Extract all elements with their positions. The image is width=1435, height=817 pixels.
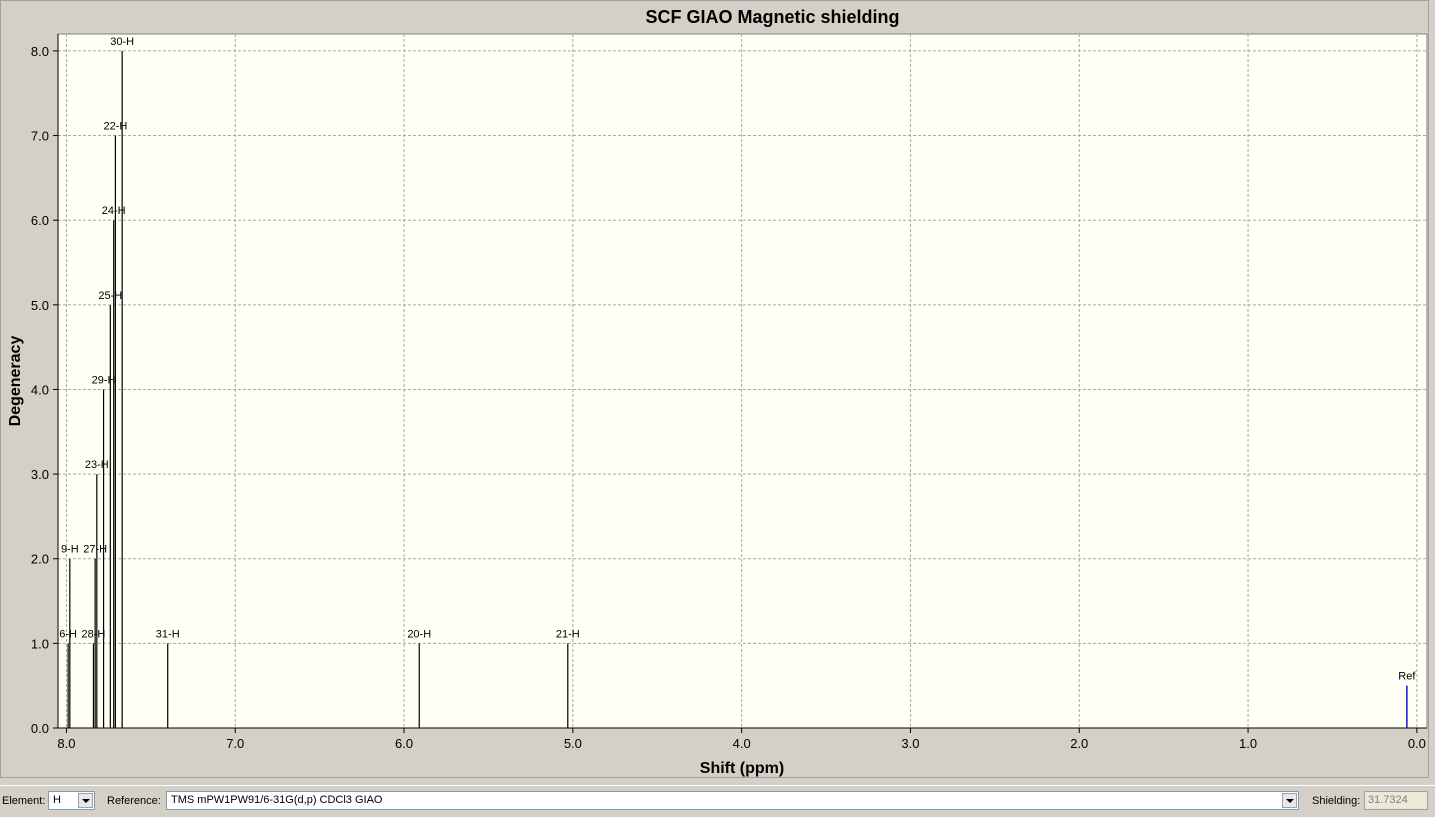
- y-axis-label: Degeneracy: [7, 336, 24, 427]
- peak-label: 20-H: [407, 628, 431, 640]
- y-tick-label: 1.0: [31, 636, 49, 651]
- x-axis-label: Shift (ppm): [700, 760, 784, 777]
- x-tick-label: 1.0: [1239, 736, 1257, 751]
- y-tick-label: 8.0: [31, 44, 49, 59]
- element-select[interactable]: H: [48, 791, 95, 810]
- x-tick-label: 8.0: [57, 736, 75, 751]
- peak-label: 28-H: [82, 628, 106, 640]
- peak-label: 22-H: [103, 121, 127, 133]
- x-tick-label: 3.0: [901, 736, 919, 751]
- y-tick-label: 0.0: [31, 721, 49, 736]
- peak-label: 29-H: [92, 374, 116, 386]
- peak-label: 25-H: [98, 290, 122, 302]
- chart-frame: SCF GIAO Magnetic shielding 8.0 7.0 6.0 5.0 4…: [0, 0, 1429, 778]
- y-tick-label: 3.0: [31, 467, 49, 482]
- spectrum-chart: SCF GIAO Magnetic shielding 8.0 7.0 6.0 5.0 4…: [7, 7, 1428, 777]
- shielding-value: 31.7324: [1368, 794, 1408, 806]
- peak-label: 30-H: [110, 36, 134, 48]
- reference-label: Reference:: [107, 795, 161, 807]
- peak-label: 31-H: [156, 628, 180, 640]
- reference-dropdown-button[interactable]: [1282, 793, 1297, 808]
- peak-label: 6-H: [59, 628, 77, 640]
- reference-label: Ref: [1398, 671, 1416, 683]
- y-tick-label: 5.0: [31, 298, 49, 313]
- element-value: H: [53, 794, 61, 806]
- reference-value: TMS mPW1PW91/6-31G(d,p) CDCl3 GIAO: [171, 794, 383, 806]
- peak-label: 23-H: [85, 459, 109, 471]
- element-label: Element:: [2, 795, 46, 807]
- chevron-down-icon: [81, 798, 90, 803]
- y-tick-label: 4.0: [31, 382, 49, 397]
- x-tick-label: 7.0: [226, 736, 244, 751]
- y-tick-label: 6.0: [31, 213, 49, 228]
- chart-title: SCF GIAO Magnetic shielding: [645, 7, 899, 27]
- shielding-field: 31.7324: [1364, 791, 1428, 810]
- y-tick-label: 7.0: [31, 129, 49, 144]
- element-dropdown-button[interactable]: [78, 793, 93, 808]
- x-tick-label: 5.0: [564, 736, 582, 751]
- plot-area: [57, 33, 1428, 729]
- y-tick-label: 2.0: [31, 552, 49, 567]
- chevron-down-icon: [1285, 798, 1294, 803]
- reference-select[interactable]: TMS mPW1PW91/6-31G(d,p) CDCl3 GIAO: [166, 791, 1299, 810]
- x-tick-label: 4.0: [733, 736, 751, 751]
- controls-bar: Element: H Reference: TMS mPW1PW91/6-31G…: [0, 785, 1435, 817]
- x-tick-label: 2.0: [1070, 736, 1088, 751]
- peak-label: 9-H: [61, 544, 79, 556]
- peak-label: 21-H: [556, 628, 580, 640]
- x-tick-label: 0.0: [1408, 736, 1426, 751]
- shielding-label: Shielding:: [1312, 795, 1361, 807]
- x-tick-label: 6.0: [395, 736, 413, 751]
